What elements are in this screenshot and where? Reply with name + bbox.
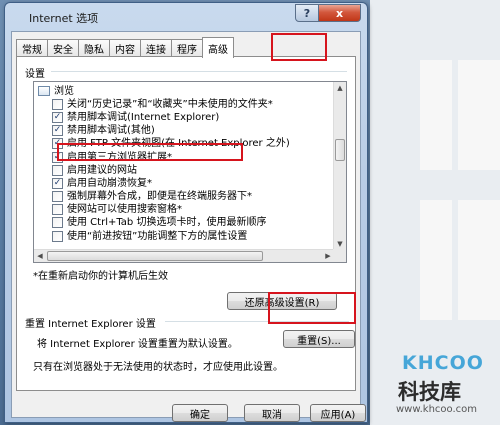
window-title: Internet 选项	[29, 12, 99, 25]
checkbox[interactable]: ✓	[52, 178, 63, 189]
watermark-url: www.khcoo.com	[396, 404, 478, 415]
tab-connections[interactable]: 连接	[140, 39, 172, 57]
setting-label: 使用“前进按钮”功能调整下方的属性设置	[67, 231, 248, 242]
scroll-left-icon[interactable]: ◀	[34, 250, 46, 262]
checkbox[interactable]	[52, 99, 63, 110]
vertical-scroll-thumb[interactable]	[335, 139, 345, 161]
checkbox[interactable]	[52, 231, 63, 242]
tab-general[interactable]: 常规	[16, 39, 48, 57]
help-button[interactable]: ?	[295, 4, 319, 22]
advanced-tab-annotation	[271, 33, 327, 61]
reset-group-title: 重置 Internet Explorer 设置	[25, 315, 159, 330]
setting-label: 启用建议的网站	[67, 165, 137, 176]
setting-label: 使网站可以使用搜索窗格*	[67, 204, 182, 215]
help-icon: ?	[303, 6, 311, 20]
background-tile	[458, 60, 500, 170]
settings-label: 设置	[25, 69, 45, 80]
tab-privacy[interactable]: 隐私	[78, 39, 110, 57]
reset-button-annotation	[268, 292, 356, 324]
folder-icon	[38, 86, 50, 96]
setting-label: 禁用脚本调试(Internet Explorer)	[67, 112, 220, 123]
checkbox[interactable]	[52, 165, 63, 176]
third-party-extensions-annotation	[57, 143, 243, 161]
setting-label: 关闭“历史记录”和“收藏夹”中未使用的文件夹*	[67, 99, 273, 110]
tab-content[interactable]: 内容	[109, 39, 141, 57]
cancel-button[interactable]: 取消	[244, 404, 300, 422]
checkbox[interactable]	[52, 204, 63, 215]
settings-tree-body: 浏览 关闭“历史记录”和“收藏夹”中未使用的文件夹* ✓ 禁用脚本调试(Inte…	[34, 82, 334, 250]
scroll-up-icon[interactable]: ▲	[334, 82, 346, 94]
advanced-tab-panel: 设置 浏览 关闭“历史记录”和“收藏夹”中未使用的文件夹* ✓ 禁用脚本调试(I…	[16, 56, 356, 391]
scrollbar-corner	[333, 249, 346, 262]
checkbox[interactable]: ✓	[52, 125, 63, 136]
settings-tree: 浏览 关闭“历史记录”和“收藏夹”中未使用的文件夹* ✓ 禁用脚本调试(Inte…	[33, 81, 347, 263]
checkbox[interactable]: ✓	[52, 112, 63, 123]
background-tile	[458, 200, 500, 320]
reset-description: 将 Internet Explorer 设置重置为默认设置。	[37, 339, 238, 350]
watermark-logo: KHCOO	[402, 352, 484, 374]
reset-note: 只有在浏览器处于无法使用的状态时，才应使用此设置。	[33, 362, 283, 373]
dialog-client-area: 常规 安全 隐私 内容 连接 程序 高级 设置 浏览 关闭“历史记录”和“收藏夹…	[11, 31, 366, 422]
close-icon: x	[335, 6, 344, 20]
watermark: KHCOO 科技库 www.khcoo.com	[394, 352, 498, 424]
tab-advanced[interactable]: 高级	[202, 37, 234, 58]
setting-label: 启用自动崩溃恢复*	[67, 178, 152, 189]
horizontal-scrollbar[interactable]: ◀ ▶	[34, 249, 334, 262]
title-bar-buttons: ? x	[295, 4, 361, 22]
ok-button[interactable]: 确定	[172, 404, 228, 422]
tab-programs[interactable]: 程序	[171, 39, 203, 57]
setting-label: 使用 Ctrl+Tab 切换选项卡时，使用最新顺序	[67, 217, 267, 228]
settings-divider	[51, 71, 347, 72]
restart-note: *在重新启动你的计算机后生效	[33, 271, 168, 282]
reset-button[interactable]: 重置(S)...	[283, 330, 355, 348]
horizontal-scroll-thumb[interactable]	[47, 251, 263, 261]
checkbox[interactable]	[52, 217, 63, 228]
background-tile	[420, 200, 452, 320]
apply-button[interactable]: 应用(A)	[310, 404, 366, 422]
setting-label: 强制屏幕外合成，即便是在终端服务器下*	[67, 191, 252, 202]
vertical-scrollbar[interactable]: ▲ ▼	[333, 82, 346, 250]
tree-group-label: 浏览	[54, 86, 74, 97]
checkbox[interactable]	[52, 191, 63, 202]
tab-security[interactable]: 安全	[47, 39, 79, 57]
tab-strip: 常规 安全 隐私 内容 连接 程序 高级	[16, 37, 234, 58]
internet-options-dialog: Internet 选项 ? x 常规 安全 隐私 内容 连接 程序 高级 设置	[4, 2, 368, 423]
background-tile	[420, 60, 452, 170]
watermark-name: 科技库	[398, 380, 461, 404]
close-button[interactable]: x	[319, 4, 361, 22]
setting-label: 禁用脚本调试(其他)	[67, 125, 155, 136]
